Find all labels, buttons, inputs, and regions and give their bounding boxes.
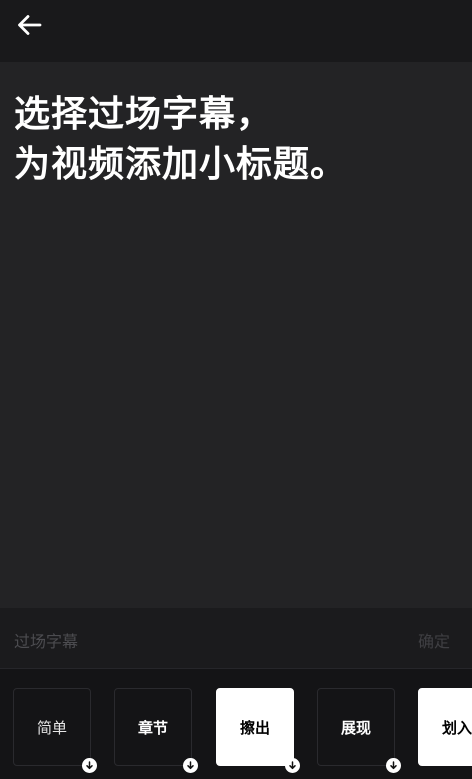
download-icon [183, 758, 198, 773]
preview-title: 选择过场字幕， 为视频添加小标题。 [14, 90, 347, 190]
download-icon [386, 758, 401, 773]
option-label: 划入 [441, 718, 472, 737]
top-bar [0, 0, 472, 62]
preview-title-line1: 选择过场字幕， [14, 94, 274, 135]
option-label: 简单 [36, 718, 67, 737]
panel-header: 过场字幕 确定 [0, 608, 472, 669]
back-button[interactable] [12, 8, 46, 42]
option-label: 擦出 [239, 718, 270, 737]
arrow-left-icon [18, 15, 42, 35]
option-simple[interactable]: 简单 [13, 688, 97, 773]
video-preview: 选择过场字幕， 为视频添加小标题。 [0, 62, 472, 608]
option-slide-in[interactable]: 划入 [418, 688, 472, 766]
download-icon [82, 758, 97, 773]
option-chapter[interactable]: 章节 [114, 688, 198, 773]
option-label: 章节 [137, 718, 168, 737]
transition-options: 简单 章节 擦出 展现 划入 [0, 669, 472, 779]
panel-title: 过场字幕 [14, 632, 79, 651]
download-icon [285, 758, 300, 773]
option-reveal[interactable]: 展现 [317, 688, 401, 773]
confirm-button[interactable]: 确定 [418, 628, 450, 652]
preview-title-line2: 为视频添加小标题。 [14, 144, 348, 185]
option-wipe-out[interactable]: 擦出 [216, 688, 300, 773]
option-label: 展现 [340, 718, 371, 737]
